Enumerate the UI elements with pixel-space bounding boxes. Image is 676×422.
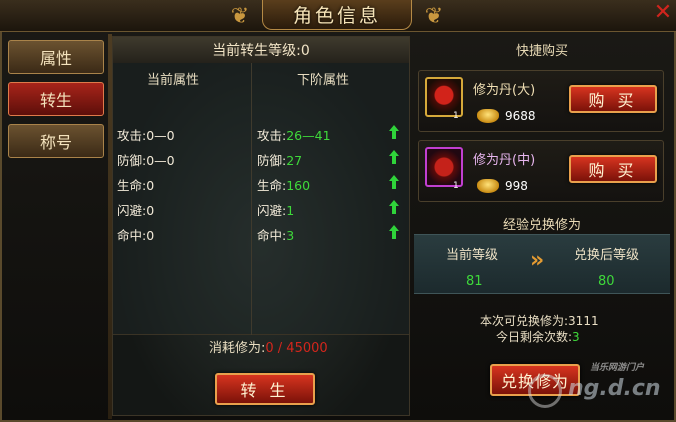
remaining-label: 今日剩余次数: [496,330,573,344]
watermark-domain: ng.d.cn [568,376,661,401]
item-name: 修为丹(大) [473,83,536,98]
after-level-label: 兑换后等级 [574,248,640,263]
current-level-value: 81 [466,274,483,289]
dragon-ornament-right-icon: ❦ [424,3,444,29]
title-bar: ❦ 角色信息 ❦ ✕ [0,0,676,32]
exchange-title: 经验兑换修为 [502,218,581,233]
close-icon[interactable]: ✕ [652,2,674,24]
increase-arrow-icon [389,125,399,139]
current-stat-hp: 生命:0 [117,178,155,193]
next-stat-dodge: 闪避:1 [257,200,294,219]
next-stat-label: 命中: [257,228,287,243]
next-stat-value: 3 [286,228,295,243]
watermark-small-text: 当乐网游门户 [590,363,645,373]
gold-ingot-icon [477,109,499,123]
increase-arrow-icon [389,225,399,239]
current-rebirth-level: 当前转生等级:0 [113,37,409,63]
next-stat-value: 1 [286,203,295,218]
window-title: 角色信息 [262,0,412,30]
tab-titles[interactable]: 称号 [8,124,104,158]
right-panel: 快捷购买 1 修为丹(大) 9688 购 买 1 修为丹(中) 998 购 买 … [414,36,670,416]
item-price: 9688 [505,109,536,123]
next-stat-label: 生命: [257,178,287,193]
buy-button[interactable]: 购 买 [569,85,657,113]
gold-ingot-icon [477,179,499,193]
cultivation-cost: 消耗修为:0 / 45000 [209,337,328,356]
next-stat-label: 攻击: [257,128,287,143]
cost-label: 消耗修为: [209,341,266,356]
convertible-value: 3111 [568,314,599,328]
shop-item-large-pill: 1 修为丹(大) 9688 购 买 [418,70,664,132]
current-level-label: 当前等级 [446,248,499,263]
dragon-ornament-left-icon: ❦ [230,3,250,29]
convertible-label: 本次可兑换修为: [480,314,569,328]
current-stat-defense: 防御:0—0 [117,153,175,168]
tab-attributes[interactable]: 属性 [8,40,104,74]
rebirth-panel: 当前转生等级:0 当前属性 下阶属性 攻击:0—0 防御:0—0 生命:0 闪避… [112,36,410,416]
quick-buy-title: 快捷购买 [515,44,568,59]
item-price: 998 [505,179,528,193]
next-stat-value: 26—41 [286,128,331,143]
remaining-value: 3 [572,330,580,344]
double-chevron-right-icon: » [530,248,545,273]
watermark-logo-icon [528,374,562,408]
next-stat-value: 160 [286,178,311,193]
next-stats-header: 下阶属性 [297,73,350,88]
increase-arrow-icon [389,200,399,214]
next-stat-value: 27 [286,153,303,168]
current-stat-dodge: 闪避:0 [117,203,155,218]
current-stat-hit: 命中:0 [117,228,155,243]
cost-value: 0 / 45000 [265,341,328,356]
remaining-times: 今日剩余次数:3 [496,328,580,345]
tab-rebirth[interactable]: 转生 [8,82,104,116]
next-stat-defense: 防御:27 [257,150,302,169]
increase-arrow-icon [389,175,399,189]
next-stat-label: 闪避: [257,203,287,218]
after-level-value: 80 [598,274,615,289]
current-stats-header: 当前属性 [147,73,200,88]
rebirth-button[interactable]: 转 生 [215,373,315,405]
column-divider [251,63,252,335]
next-stat-hp: 生命:160 [257,175,310,194]
buy-button[interactable]: 购 买 [569,155,657,183]
side-tabs: 属性 转生 称号 [8,40,108,166]
item-name: 修为丹(中) [473,153,536,168]
next-stat-label: 防御: [257,153,287,168]
item-count: 1 [453,181,459,191]
shop-item-medium-pill: 1 修为丹(中) 998 购 买 [418,140,664,202]
site-watermark: 当乐网游门户 ng.d.cn [528,360,668,416]
increase-arrow-icon [389,150,399,164]
stats-area [113,63,409,335]
next-stat-hit: 命中:3 [257,225,294,244]
item-count: 1 [453,111,459,121]
next-stat-attack: 攻击:26—41 [257,125,331,144]
convertible-cultivation: 本次可兑换修为:3111 [480,312,599,329]
current-stat-attack: 攻击:0—0 [117,128,175,143]
